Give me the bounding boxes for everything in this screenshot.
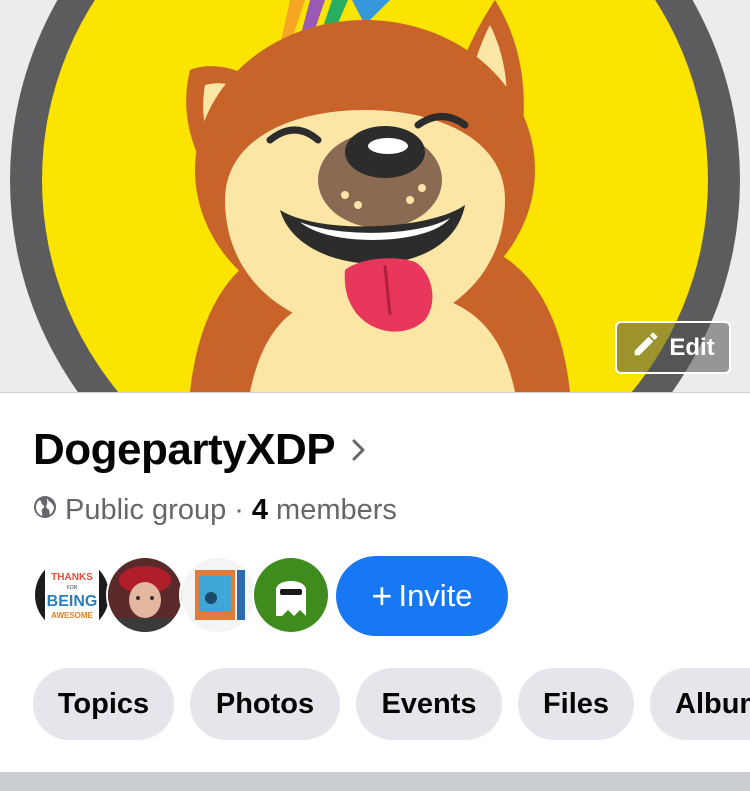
invite-button[interactable]: + Invite	[336, 556, 508, 636]
tab-label: Albums	[675, 687, 750, 720]
member-avatar-3[interactable]	[179, 556, 257, 634]
tab-label: Topics	[57, 687, 150, 720]
group-name: DogepartyXDP	[33, 425, 336, 474]
edit-cover-button[interactable]: Edit	[615, 321, 731, 374]
member-avatar-4[interactable]	[252, 556, 330, 634]
member-avatar-2[interactable]	[106, 556, 184, 634]
avatar-text-line: THANKS	[51, 572, 93, 583]
tab-label: Events	[381, 687, 477, 720]
tab-label: Files	[542, 687, 610, 720]
ghost-image	[254, 558, 328, 632]
tab-label: Photos	[215, 687, 315, 720]
tab-files[interactable]: Files	[518, 668, 634, 740]
poster-image	[181, 558, 255, 632]
globe-icon	[33, 494, 57, 527]
group-meta: Public group · 4 members	[33, 494, 397, 527]
thanks-image: THANKS FOR BEING AWESOME	[35, 558, 109, 632]
group-tabs: Topics Photos Events Files Albums	[33, 668, 750, 742]
avatar-text-line: FOR	[67, 585, 78, 591]
tab-albums[interactable]: Albums	[650, 668, 750, 740]
tab-photos[interactable]: Photos	[190, 668, 340, 740]
person-photo	[108, 558, 182, 632]
member-avatar-1[interactable]: THANKS FOR BEING AWESOME	[33, 556, 111, 634]
privacy-label: Public group	[65, 494, 227, 526]
chevron-right-icon	[351, 437, 367, 468]
member-count: 4	[251, 494, 269, 526]
meta-separator: ·	[234, 494, 244, 526]
cover-divider	[0, 392, 750, 393]
avatar-text-line: BEING	[47, 593, 98, 610]
section-divider	[0, 772, 750, 791]
member-label: members	[276, 494, 397, 526]
plus-icon: +	[371, 575, 393, 616]
group-name-link[interactable]: DogepartyXDP	[33, 425, 367, 475]
edit-label: Edit	[669, 333, 715, 361]
tab-events[interactable]: Events	[356, 668, 502, 740]
invite-label: Invite	[398, 578, 473, 613]
pencil-icon	[631, 329, 661, 366]
avatar-text-line: AWESOME	[51, 611, 93, 620]
tab-topics[interactable]: Topics	[33, 668, 174, 740]
